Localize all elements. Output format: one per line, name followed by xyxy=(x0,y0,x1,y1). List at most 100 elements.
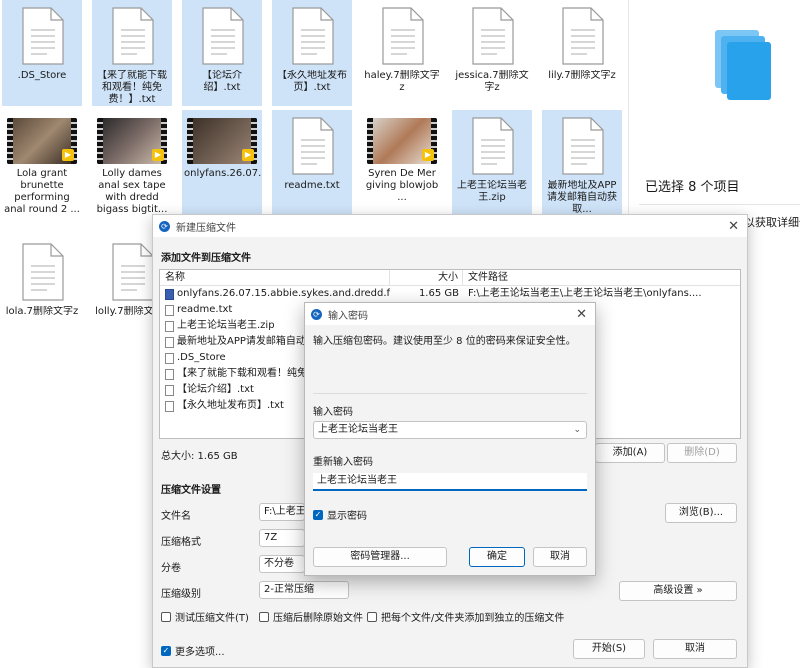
multi-file-icon xyxy=(715,30,775,106)
delete-after-option[interactable]: 压缩后删除原始文件 xyxy=(259,609,363,624)
format-label: 压缩格式 xyxy=(161,537,201,548)
checkbox-checked[interactable]: ✓ xyxy=(313,509,323,520)
delete-button[interactable]: 删除(D) xyxy=(667,443,737,463)
file-name: haley.7删除文字z xyxy=(364,70,440,93)
table-row[interactable]: onlyfans.26.07.15.abbie.sykes.and.dredd.… xyxy=(160,286,740,302)
more-options-toggle[interactable]: ✓ 更多选项... xyxy=(161,643,225,658)
row-name: .DS_Store xyxy=(177,352,226,363)
file-item[interactable]: ▶ Lola grant brunette performing anal rou… xyxy=(2,110,82,232)
col-path[interactable]: 文件路径 xyxy=(463,270,740,285)
separate-archive-label: 把每个文件/文件夹添加到独立的压缩文件 xyxy=(381,613,565,624)
file-name: lily.7删除文字z xyxy=(548,70,616,81)
file-name: 【论坛介绍】.txt xyxy=(202,70,242,93)
password-cancel-button[interactable]: 取消 xyxy=(533,547,587,567)
selection-count: 已选择 8 个项目 xyxy=(645,180,740,195)
file-icon xyxy=(165,320,174,332)
archive-titlebar[interactable]: ⟳ 新建压缩文件 xyxy=(153,215,747,237)
level-select[interactable]: 2-正常压缩 xyxy=(259,581,349,599)
ok-button[interactable]: 确定 xyxy=(469,547,525,567)
archive-title: 新建压缩文件 xyxy=(176,222,236,234)
password-title: 输入密码 xyxy=(328,310,368,322)
row-name-cell: onlyfans.26.07.15.abbie.sykes.and.dredd.… xyxy=(160,286,390,302)
checkbox-checked[interactable]: ✓ xyxy=(161,645,171,656)
file-item[interactable]: 【论坛介绍】.txt xyxy=(182,0,262,106)
details-hint: 以获取详细信息 xyxy=(744,216,800,229)
test-archive-label: 测试压缩文件(T) xyxy=(175,613,249,624)
reenter-password-input[interactable]: 上老王论坛当老王 xyxy=(313,473,587,491)
video-thumbnail-icon: ▶ xyxy=(367,118,437,164)
close-icon[interactable]: ✕ xyxy=(576,307,587,322)
start-button[interactable]: 开始(S) xyxy=(573,639,645,659)
show-password-label: 显示密码 xyxy=(327,511,367,522)
file-icon xyxy=(165,352,174,364)
document-icon xyxy=(377,6,427,66)
row-name: 【永久地址发布页】.txt xyxy=(177,400,284,411)
divider xyxy=(313,393,587,394)
browse-button[interactable]: 浏览(B)... xyxy=(665,503,737,523)
chevron-down-icon[interactable]: ⌄ xyxy=(573,422,581,438)
checkbox[interactable] xyxy=(259,611,269,622)
file-name: Syren De Mer giving blowjob ... xyxy=(365,168,439,203)
file-item[interactable]: 【永久地址发布页】.txt xyxy=(272,0,352,106)
play-badge-icon: ▶ xyxy=(62,149,74,161)
col-size[interactable]: 大小 xyxy=(390,270,463,285)
format-select[interactable]: 7Z xyxy=(259,529,305,547)
level-label: 压缩级别 xyxy=(161,589,201,600)
divider xyxy=(639,204,800,205)
separate-archive-option[interactable]: 把每个文件/文件夹添加到独立的压缩文件 xyxy=(367,609,564,624)
row-name: 上老王论坛当老王.zip xyxy=(177,320,275,331)
password-input[interactable]: 上老王论坛当老王 ⌄ xyxy=(313,421,587,439)
show-password-toggle[interactable]: ✓ 显示密码 xyxy=(313,507,367,522)
file-name: onlyfans.26.07.15.abbie.sykes.and.dredd.… xyxy=(184,168,262,179)
file-item[interactable]: lola.7删除文字z xyxy=(2,236,82,342)
file-name: .DS_Store xyxy=(17,70,67,81)
document-icon xyxy=(557,6,607,66)
document-icon xyxy=(467,116,517,176)
password-titlebar[interactable]: ⟳ 输入密码 xyxy=(305,303,595,325)
file-item[interactable]: haley.7删除文字z xyxy=(362,0,442,106)
play-badge-icon: ▶ xyxy=(152,149,164,161)
archive-cancel-button[interactable]: 取消 xyxy=(653,639,737,659)
password-manager-button[interactable]: 密码管理器... xyxy=(313,547,447,567)
password-dialog: ⟳ 输入密码 ✕ 输入压缩包密码。建议使用至少 8 位的密码来保证安全性。 输入… xyxy=(304,302,596,576)
document-icon xyxy=(197,6,247,66)
row-size: 1.65 GB xyxy=(418,288,459,299)
document-icon xyxy=(287,116,337,176)
archive-file-icon xyxy=(165,288,174,300)
play-badge-icon: ▶ xyxy=(422,149,434,161)
file-icon xyxy=(165,336,174,348)
file-item[interactable]: jessica.7删除文字z xyxy=(452,0,532,106)
video-thumbnail-icon: ▶ xyxy=(97,118,167,164)
close-icon[interactable]: ✕ xyxy=(728,219,739,234)
app-icon: ⟳ xyxy=(311,308,322,320)
filename-label: 文件名 xyxy=(161,511,191,522)
file-item[interactable]: lily.7删除文字z xyxy=(542,0,622,106)
delete-after-label: 压缩后删除原始文件 xyxy=(273,613,363,624)
file-icon xyxy=(165,384,174,396)
file-item[interactable]: 【来了就能下载和观看！纯免费！】.txt xyxy=(92,0,172,106)
file-name: Lolly dames anal sex tape with dredd big… xyxy=(96,168,168,215)
filename-field[interactable]: F:\上老王论 xyxy=(259,503,305,521)
file-list-header: 名称 大小 文件路径 xyxy=(160,270,740,286)
password-description: 输入压缩包密码。建议使用至少 8 位的密码来保证安全性。 xyxy=(313,336,576,347)
file-item[interactable]: .DS_Store xyxy=(2,0,82,106)
col-name[interactable]: 名称 xyxy=(160,270,390,285)
document-icon xyxy=(557,116,607,176)
file-name: 【来了就能下载和观看！纯免费！】.txt xyxy=(97,70,167,105)
file-name: readme.txt xyxy=(284,180,340,191)
advanced-settings-button[interactable]: 高级设置 » xyxy=(619,581,737,601)
checkbox[interactable] xyxy=(367,611,377,622)
checkbox[interactable] xyxy=(161,611,171,622)
reenter-password-label: 重新输入密码 xyxy=(313,457,373,468)
password-input-value: 上老王论坛当老王 xyxy=(318,424,398,435)
play-badge-icon: ▶ xyxy=(242,149,254,161)
document-icon xyxy=(17,242,67,302)
document-icon xyxy=(107,242,157,302)
row-name: readme.txt xyxy=(177,304,233,315)
file-name: 【永久地址发布页】.txt xyxy=(277,70,347,93)
add-button[interactable]: 添加(A) xyxy=(595,443,665,463)
test-archive-option[interactable]: 测试压缩文件(T) xyxy=(161,609,249,624)
app-icon: ⟳ xyxy=(159,220,170,232)
file-name: lola.7删除文字z xyxy=(5,306,79,317)
split-select[interactable]: 不分卷 xyxy=(259,555,305,573)
